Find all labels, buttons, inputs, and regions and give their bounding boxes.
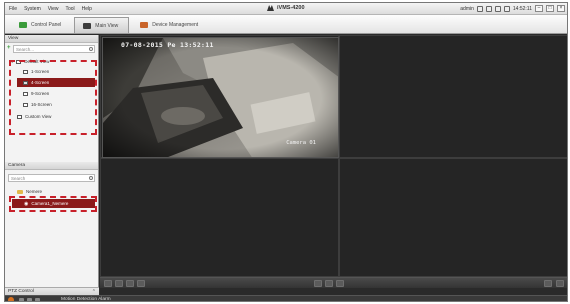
ptz-control-title: PTZ Control bbox=[8, 289, 34, 294]
view-cell-1[interactable]: 07-08-2015 Pe 13:52:11 Camera 01 bbox=[100, 35, 339, 158]
camera-osd-timestamp: 07-08-2015 Pe 13:52:11 bbox=[121, 41, 214, 49]
tab-control-panel[interactable]: Control Panel bbox=[11, 17, 71, 33]
camera-panel-header[interactable]: Camera bbox=[5, 162, 98, 170]
control-panel-icon bbox=[19, 22, 27, 28]
tab-label: Control Panel bbox=[31, 22, 62, 28]
save-view-icon[interactable] bbox=[115, 280, 123, 287]
tree-item-camera-group[interactable]: Nemere bbox=[17, 187, 95, 196]
menu-tool[interactable]: Tool bbox=[65, 6, 74, 12]
view-panel-title: View bbox=[8, 36, 19, 41]
prev-page-icon[interactable] bbox=[314, 280, 322, 287]
maximize-button[interactable]: □ bbox=[546, 5, 554, 12]
tree-item-label: Nemere bbox=[26, 189, 43, 194]
network-icon bbox=[503, 5, 510, 12]
live-view-grid: 07-08-2015 Pe 13:52:11 Camera 01 bbox=[100, 35, 567, 277]
event-icon[interactable] bbox=[19, 298, 24, 301]
callout-box-2 bbox=[9, 60, 97, 135]
close-button[interactable]: × bbox=[557, 5, 565, 12]
menu-system[interactable]: System bbox=[24, 6, 41, 12]
search-icon[interactable] bbox=[89, 176, 93, 180]
next-page-icon[interactable] bbox=[336, 280, 344, 287]
camera-search-placeholder: Search bbox=[11, 176, 26, 181]
ptz-control-header[interactable]: PTZ Control ⌃ bbox=[5, 287, 99, 295]
clear-icon[interactable] bbox=[35, 298, 40, 301]
menu-view[interactable]: View bbox=[48, 6, 59, 12]
folder-icon bbox=[17, 189, 23, 194]
module-tab-bar: Control Panel Main View Device Managemen… bbox=[5, 15, 567, 34]
cpu-icon bbox=[485, 5, 492, 12]
view-cell-2[interactable] bbox=[339, 35, 567, 158]
camera-osd-label: Camera 01 bbox=[286, 140, 316, 146]
title-bar: File System View Tool Help iVMS-4200 adm… bbox=[5, 3, 567, 15]
status-message: Motion Detection Alarm bbox=[61, 297, 111, 302]
tab-main-view[interactable]: Main View bbox=[74, 17, 130, 33]
app-title-text: iVMS-4200 bbox=[277, 5, 305, 11]
live-view-toolbar bbox=[100, 277, 567, 288]
tab-label: Main View bbox=[95, 22, 119, 29]
app-title: iVMS-4200 bbox=[267, 5, 305, 11]
add-view-icon[interactable]: + bbox=[7, 45, 11, 51]
callout-box-1 bbox=[9, 196, 97, 212]
play-icon[interactable] bbox=[325, 280, 333, 287]
fullscreen-icon[interactable] bbox=[556, 280, 564, 287]
menu-help[interactable]: Help bbox=[82, 6, 92, 12]
view-search-placeholder: Search... bbox=[16, 47, 35, 52]
alarm-icon[interactable] bbox=[8, 297, 14, 301]
app-logo-icon bbox=[267, 5, 274, 11]
camera-search-input[interactable]: Search bbox=[8, 174, 95, 182]
status-area: admin 14:52:11 – □ × bbox=[460, 5, 565, 12]
view-cell-4[interactable] bbox=[339, 158, 567, 277]
camera-panel-title: Camera bbox=[8, 163, 26, 168]
tab-label: Device Management bbox=[152, 22, 199, 28]
stop-all-icon[interactable] bbox=[126, 280, 134, 287]
main-view-icon bbox=[83, 22, 92, 29]
layout-icon[interactable] bbox=[104, 280, 112, 287]
sound-icon[interactable] bbox=[27, 298, 32, 301]
search-icon[interactable] bbox=[89, 47, 93, 51]
user-label: admin bbox=[460, 5, 474, 12]
view-cell-3[interactable] bbox=[100, 158, 339, 277]
device-management-icon bbox=[140, 22, 149, 28]
status-bar: Motion Detection Alarm bbox=[5, 295, 567, 302]
tab-device-management[interactable]: Device Management bbox=[132, 17, 208, 33]
clock-time: 14:52:11 bbox=[512, 5, 532, 12]
minimize-button[interactable]: – bbox=[535, 5, 543, 12]
capture-icon[interactable] bbox=[137, 280, 145, 287]
app-window: File System View Tool Help iVMS-4200 adm… bbox=[4, 2, 568, 302]
alarm-sound-icon[interactable] bbox=[494, 5, 501, 12]
menu-bar: File System View Tool Help bbox=[9, 6, 92, 12]
menu-file[interactable]: File bbox=[9, 6, 17, 12]
camera-feed[interactable]: 07-08-2015 Pe 13:52:11 Camera 01 bbox=[102, 37, 339, 158]
lock-icon[interactable] bbox=[476, 5, 483, 12]
screen-mode-icon[interactable] bbox=[544, 280, 552, 287]
view-search-input[interactable]: + Search... bbox=[7, 45, 95, 53]
view-panel-header[interactable]: View bbox=[5, 35, 98, 43]
